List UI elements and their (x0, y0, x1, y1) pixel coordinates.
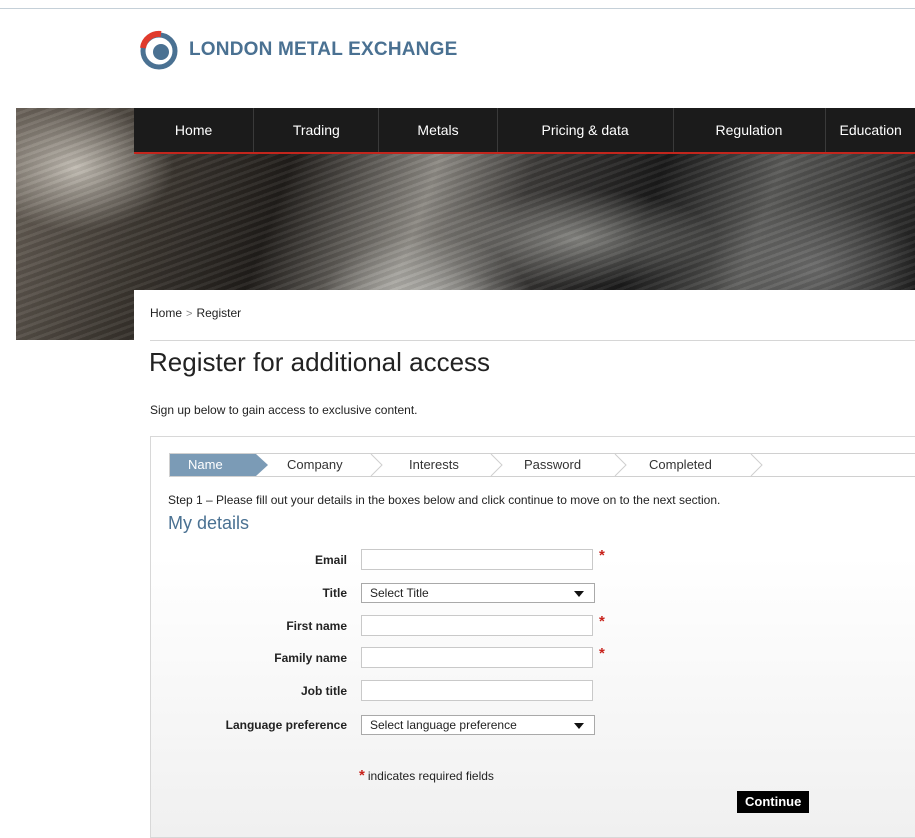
step-chevron-icon (490, 454, 503, 476)
email-label: Email (314, 553, 347, 567)
step-company: Company (287, 457, 343, 472)
required-fields-note: * indicates required fields (359, 767, 494, 784)
step-name: Name (188, 457, 223, 472)
chevron-down-icon (574, 591, 584, 597)
job-title-label: Job title (300, 684, 347, 698)
page-intro: Sign up below to gain access to exclusiv… (150, 403, 418, 417)
breadcrumb-current: Register (196, 306, 242, 320)
nav-item-trading[interactable]: Trading (254, 108, 380, 152)
nav-item-education[interactable]: Education (826, 108, 915, 152)
step-password: Password (524, 457, 582, 472)
form-instruction: Step 1 – Please fill out your details in… (168, 493, 721, 507)
job-title-field[interactable] (361, 680, 593, 701)
language-preference-label: Language preference (225, 718, 347, 732)
required-marker: * (359, 767, 365, 784)
step-completed: Completed (649, 457, 712, 472)
step-chevron-icon (370, 454, 383, 476)
breadcrumb: Home > Register (150, 306, 241, 320)
continue-button[interactable]: Continue (737, 791, 810, 813)
required-marker: * (599, 547, 605, 564)
nav-item-home[interactable]: Home (134, 108, 255, 152)
breadcrumb-separator: > (186, 308, 193, 320)
title-select[interactable]: Select Title (361, 583, 595, 603)
step-chevron-icon (614, 454, 627, 476)
title-label: Title (322, 586, 347, 600)
step-interests: Interests (409, 457, 459, 472)
family-name-field[interactable] (361, 647, 593, 668)
page-title: Register for additional access (149, 347, 491, 377)
site-logo[interactable]: LONDON METAL EXCHANGE (139, 30, 457, 70)
title-divider (150, 340, 915, 341)
section-title: My details (168, 513, 250, 533)
required-marker: * (599, 645, 605, 662)
required-marker: * (599, 613, 605, 630)
top-rule (0, 8, 915, 9)
required-note-text: indicates required fields (367, 769, 494, 783)
step-chevron-icon (750, 454, 763, 476)
registration-form-panel: Name Company Interests Password Complete… (150, 436, 915, 838)
language-preference-select[interactable]: Select language preference (361, 715, 595, 735)
chevron-down-icon (574, 723, 584, 729)
title-select-value: Select Title (370, 586, 429, 600)
main-nav: Home Trading Metals Pricing & data Regul… (134, 108, 915, 154)
breadcrumb-home-link[interactable]: Home (150, 306, 182, 320)
brand-name: LONDON METAL EXCHANGE (189, 39, 458, 60)
step-progress-bar: Name Company Interests Password Complete… (169, 453, 915, 477)
email-field[interactable] (361, 549, 593, 570)
language-select-value: Select language preference (370, 718, 517, 732)
first-name-label: First name (286, 619, 347, 633)
main-content: Home > Register Register for additional ac… (134, 290, 915, 838)
nav-item-metals[interactable]: Metals (379, 108, 498, 152)
step-active-arrow (256, 454, 268, 476)
nav-item-regulation[interactable]: Regulation (674, 108, 826, 152)
lme-logo-icon (139, 30, 179, 70)
family-name-label: Family name (274, 651, 347, 665)
nav-item-pricing-data[interactable]: Pricing & data (498, 108, 674, 152)
first-name-field[interactable] (361, 615, 593, 636)
